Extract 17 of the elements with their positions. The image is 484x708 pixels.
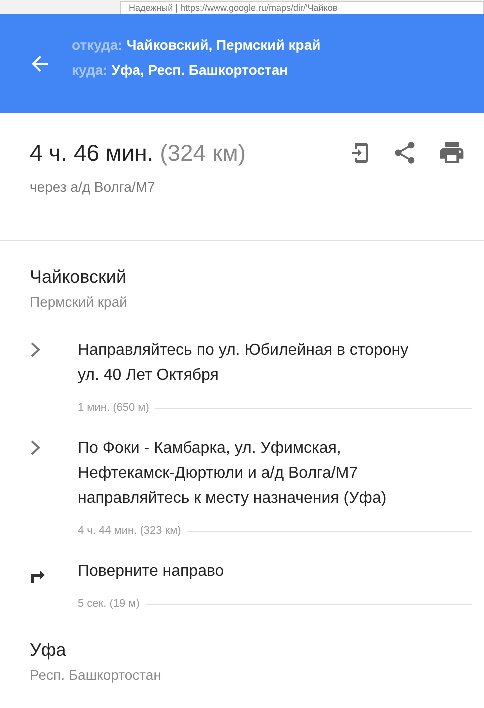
step-distance: 5 сек. (19 м) <box>78 598 140 610</box>
route-via: через а/д Волга/М7 <box>30 179 156 195</box>
address-bar[interactable]: Надежный | https://www.google.ru/maps/dir/'Чайков <box>120 1 484 14</box>
step-instruction[interactable]: Поверните направо <box>78 559 428 584</box>
step-instruction[interactable]: Направляйтесь по ул. Юбилейная в сторону ул. 40 Лет Октября <box>78 338 428 388</box>
destination-line: куда: Уфа, Респ. Башкортостан <box>72 62 290 78</box>
step-instruction[interactable]: По Фоки - Камбарка, ул. Уфимская, Нефтекамск-Дюртюли и а/д Волга/М7 направляйтесь к месту назначения (Уфа) <box>78 436 428 511</box>
chevron-right-icon <box>30 440 42 456</box>
destination-name: Уфа <box>30 640 68 661</box>
step-distance: 1 мин. (650 м) <box>78 402 150 414</box>
step-distance: 4 ч. 44 мин. (323 км) <box>78 525 182 537</box>
destination-region: Респ. Башкортостан <box>30 667 162 683</box>
origin-line: откуда: Чайковский, Пермский край <box>72 37 321 53</box>
origin-name: Чайковский <box>30 267 128 288</box>
origin-region: Пермский край <box>30 294 128 310</box>
chevron-right-icon <box>30 342 42 358</box>
route-duration: 4 ч. 46 мин. (324 км) <box>30 140 246 166</box>
